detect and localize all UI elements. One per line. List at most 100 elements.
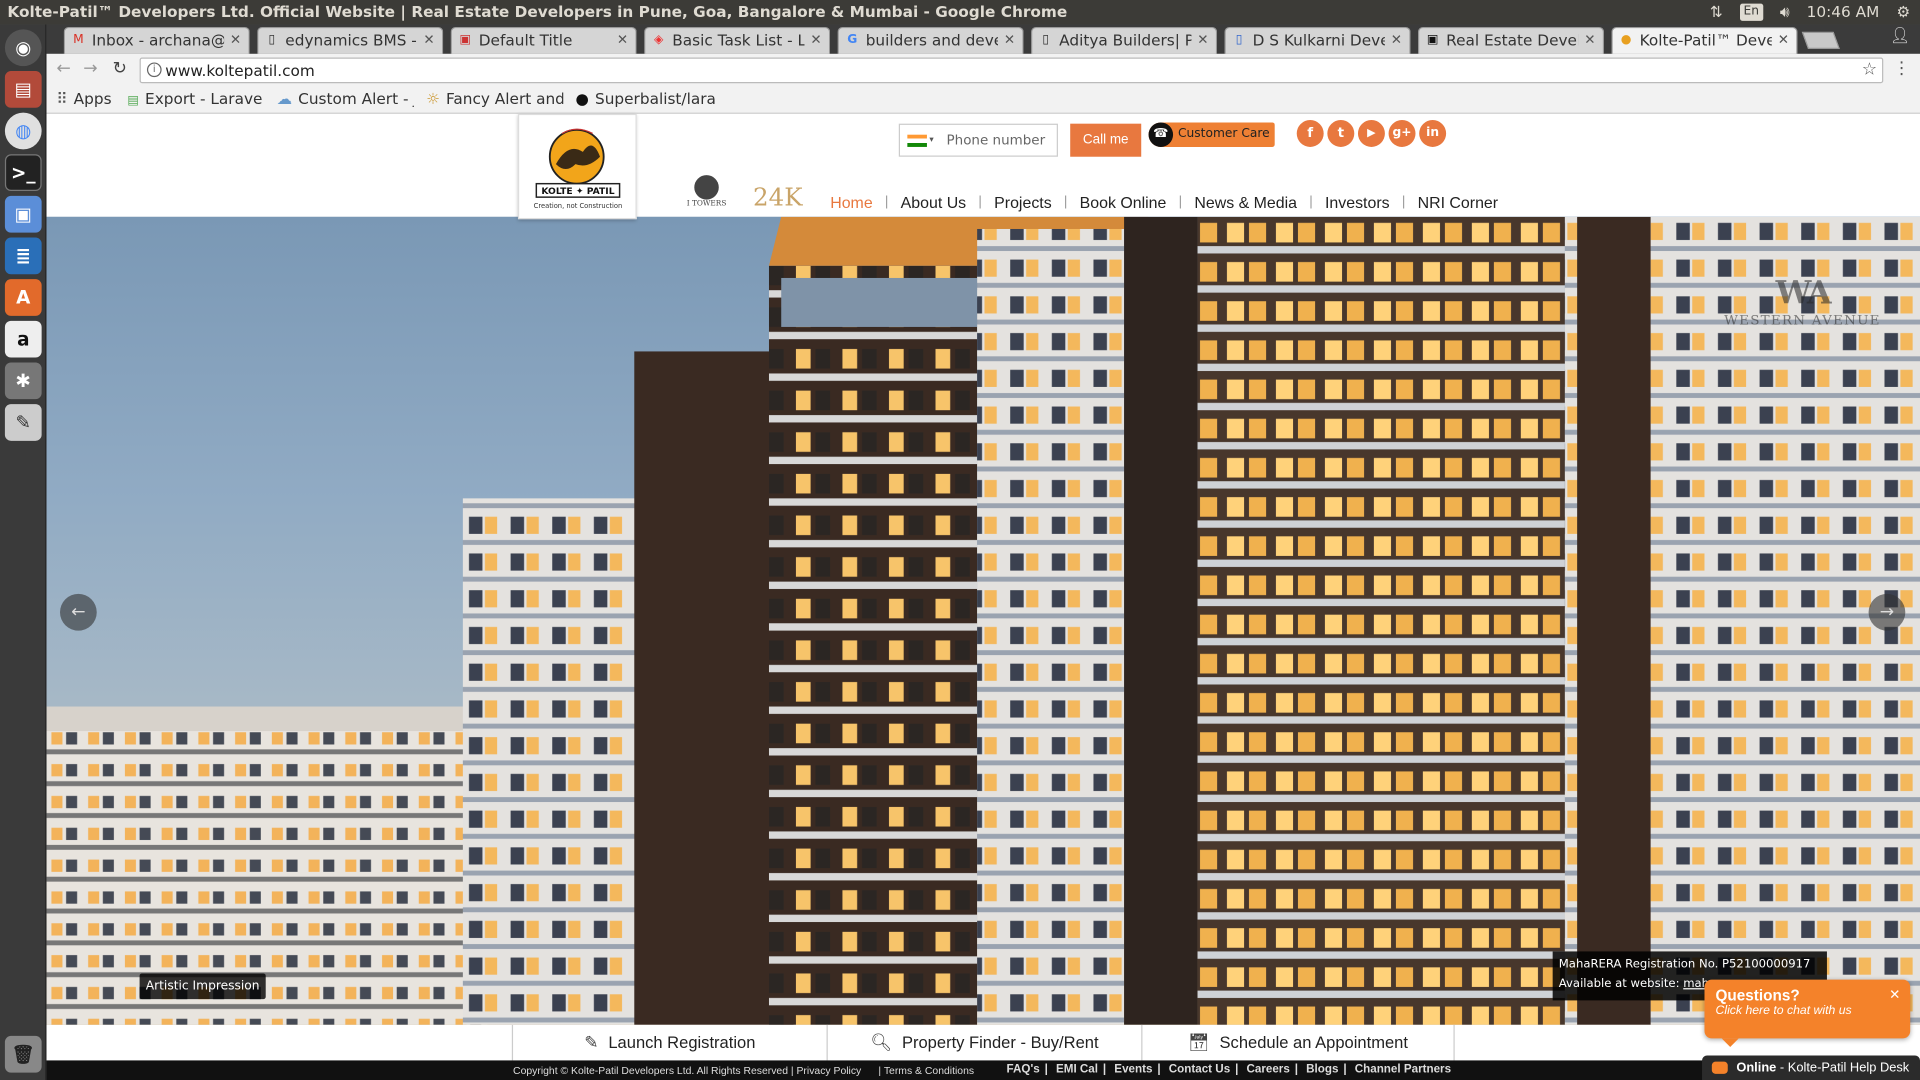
copyright-text[interactable]: Copyright © Kolte-Patil Developers Ltd. … xyxy=(513,1064,861,1076)
new-tab-button[interactable] xyxy=(1801,31,1840,49)
footer-link-channel-partners[interactable]: Channel Partners xyxy=(1355,1063,1451,1076)
nav-nri-corner[interactable]: NRI Corner xyxy=(1418,193,1499,211)
clock[interactable]: 10:46 AM xyxy=(1807,0,1880,24)
terminal-icon[interactable]: >_ xyxy=(4,154,42,192)
tab[interactable]: Gbuilders and develo✕ xyxy=(837,26,1024,54)
sun-icon: ☼ xyxy=(426,89,440,108)
footer-link-blogs[interactable]: Blogs xyxy=(1306,1063,1338,1076)
page-icon: ▯ xyxy=(268,33,276,47)
kolte-icon: ● xyxy=(1620,33,1632,47)
footer-link-emi[interactable]: EMI Cal xyxy=(1056,1063,1098,1076)
close-icon[interactable]: ✕ xyxy=(1889,987,1900,1003)
github-icon: ● xyxy=(575,89,589,108)
close-tab-icon[interactable]: ✕ xyxy=(810,28,821,52)
browser-toolbar: ← → ↻ i www.koltepatil.com ☆ ⋮ xyxy=(46,53,1920,87)
tab[interactable]: ▯edynamics BMS - Th✕ xyxy=(257,26,444,54)
tab[interactable]: ◈Basic Task List - Lar✕ xyxy=(644,26,831,54)
footer-link-contact[interactable]: Contact Us xyxy=(1169,1063,1230,1076)
network-icon[interactable]: ⇅ xyxy=(1710,0,1723,24)
tab[interactable]: ▯D S Kulkarni Develo✕ xyxy=(1224,26,1411,54)
customer-care-button[interactable]: ☎ Customer Care xyxy=(1148,122,1275,147)
writer-icon[interactable]: ≣ xyxy=(4,237,42,275)
tab[interactable]: M Inbox - archana@n ✕ xyxy=(63,26,250,54)
dash-home-icon[interactable]: ◉ xyxy=(4,29,42,67)
footer-link-faqs[interactable]: FAQ's xyxy=(1007,1063,1040,1076)
profile-icon[interactable]: 👤︎ xyxy=(1890,27,1910,45)
tab[interactable]: ▣ Real Estate Develo ✕ xyxy=(1417,26,1605,54)
bookmark-favicon: ▤ xyxy=(127,94,139,108)
schedule-appointment-button[interactable]: 📅︎ Schedule an Appointment xyxy=(1141,1024,1455,1061)
close-tab-icon[interactable]: ✕ xyxy=(1004,28,1015,52)
files-icon[interactable]: ▤ xyxy=(4,71,42,108)
call-me-button[interactable]: Call me xyxy=(1070,123,1142,157)
google-plus-icon[interactable]: g+ xyxy=(1388,120,1416,147)
chrome-icon[interactable]: ◍ xyxy=(4,112,42,150)
hero-slider[interactable]: WA WESTERN AVENUE ← → Artistic Impressio… xyxy=(46,216,1920,1025)
keyboard-language[interactable]: En xyxy=(1739,3,1763,21)
close-tab-icon[interactable]: ✕ xyxy=(1584,28,1595,52)
bookmark-item[interactable]: ● Superbalist/lara xyxy=(576,87,716,111)
chat-prompt-bubble[interactable]: Questions? Click here to chat with us ✕ xyxy=(1704,979,1911,1047)
24k-logo[interactable]: 24K xyxy=(753,182,802,211)
close-tab-icon[interactable]: ✕ xyxy=(1197,28,1208,52)
close-tab-icon[interactable]: ✕ xyxy=(1391,28,1402,52)
system-settings-icon[interactable]: ✱ xyxy=(4,362,42,400)
logo-tagline: Creation, not Construction xyxy=(534,202,623,210)
amazon-icon[interactable]: a xyxy=(4,320,42,358)
nav-home[interactable]: Home xyxy=(830,193,872,211)
phone-number-input[interactable]: ▾ Phone number xyxy=(898,123,1058,157)
bookmark-apps[interactable]: ⠿ Apps xyxy=(56,87,111,111)
nav-about-us[interactable]: About Us xyxy=(901,193,966,211)
bookmark-item[interactable]: ☁Custom Alert - JS xyxy=(277,87,414,111)
property-finder-button[interactable]: 🔍︎ Property Finder - Buy/Rent xyxy=(826,1024,1142,1061)
chrome-menu-icon[interactable]: ⋮ xyxy=(1893,59,1910,79)
text-editor-icon[interactable]: ✎ xyxy=(4,404,42,441)
nav-book-online[interactable]: Book Online xyxy=(1080,193,1167,211)
tab-strip: MInbox - archana@n✕ ▯edynamics BMS - Th✕… xyxy=(46,24,1920,54)
forward-icon[interactable]: → xyxy=(83,59,97,79)
footer-link-careers[interactable]: Careers xyxy=(1246,1063,1289,1076)
launch-registration-button[interactable]: ✎ Launch Registration xyxy=(511,1024,827,1061)
facebook-icon[interactable]: f xyxy=(1296,120,1324,147)
india-flag-icon[interactable] xyxy=(907,134,927,147)
info-icon[interactable]: i xyxy=(146,62,162,78)
search-icon: 🔍︎ xyxy=(870,1032,893,1052)
phone-placeholder: Phone number xyxy=(946,132,1046,149)
i-towers-logo[interactable]: I TOWERS xyxy=(681,175,732,208)
tab[interactable]: ▣ Default Title ✕ xyxy=(450,26,637,54)
close-tab-icon[interactable]: ✕ xyxy=(1778,28,1789,52)
back-icon[interactable]: ← xyxy=(56,59,70,79)
kolte-patil-logo[interactable]: KOLTE ✦ PATIL Creation, not Construction xyxy=(517,113,637,220)
virtualbox-icon[interactable]: ▣ xyxy=(4,195,42,233)
terms-link[interactable]: | Terms & Conditions xyxy=(878,1064,974,1076)
trash-icon[interactable]: 🗑︎ xyxy=(4,1035,42,1073)
volume-icon[interactable]: 🔊︎ xyxy=(1780,0,1790,24)
website: KOLTE ✦ PATIL Creation, not Construction… xyxy=(46,113,1920,1080)
bookmark-star-icon[interactable]: ☆ xyxy=(1862,59,1877,82)
settings-gear-icon[interactable]: ⚙ xyxy=(1896,0,1910,24)
nav-news-media[interactable]: News & Media xyxy=(1194,193,1297,211)
customer-care-label: Customer Care xyxy=(1177,127,1270,141)
chevron-down-icon[interactable]: ▾ xyxy=(929,125,933,156)
close-tab-icon[interactable]: ✕ xyxy=(230,28,241,52)
linkedin-icon[interactable]: in xyxy=(1419,120,1447,147)
reload-icon[interactable]: ↻ xyxy=(113,59,127,79)
close-tab-icon[interactable]: ✕ xyxy=(617,28,628,52)
slider-next-arrow-icon[interactable]: → xyxy=(1868,593,1906,631)
footer-link-events[interactable]: Events xyxy=(1114,1063,1152,1076)
tab-active[interactable]: ●Kolte-Patil™ Develo✕ xyxy=(1611,26,1798,54)
slider-prev-arrow-icon[interactable]: ← xyxy=(60,593,97,631)
tab[interactable]: ▯ Aditya Builders| Pr ✕ xyxy=(1031,26,1218,54)
gmail-icon: M xyxy=(73,33,84,47)
help-desk-bar[interactable]: Online - Kolte-Patil Help Desk xyxy=(1702,1055,1920,1080)
nav-investors[interactable]: Investors xyxy=(1325,193,1390,211)
bookmark-item[interactable]: ▤ Export - Laravel xyxy=(127,87,262,114)
nav-projects[interactable]: Projects xyxy=(994,193,1052,211)
youtube-icon[interactable]: ▶ xyxy=(1357,120,1385,147)
software-center-icon[interactable]: A xyxy=(4,279,42,316)
main-navigation: Home | About Us | Projects | Book Online | N… xyxy=(830,192,1499,212)
bookmark-item[interactable]: ☼Fancy Alert and C xyxy=(426,87,563,111)
close-tab-icon[interactable]: ✕ xyxy=(423,28,434,52)
twitter-icon[interactable]: t xyxy=(1327,120,1355,147)
address-bar[interactable]: i www.koltepatil.com ☆ xyxy=(139,57,1884,84)
